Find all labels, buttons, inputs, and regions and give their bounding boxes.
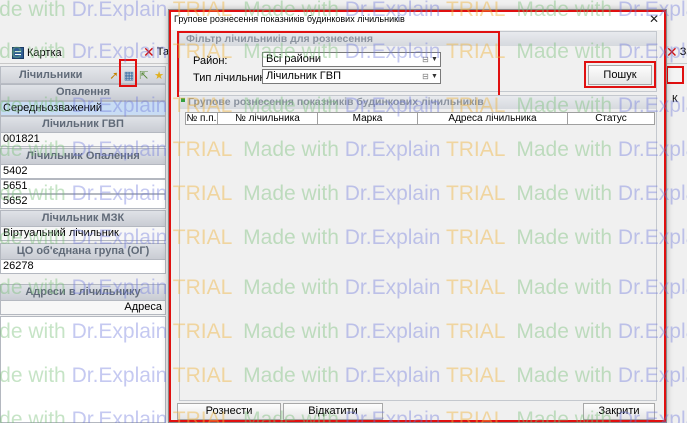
results-grid-body[interactable] xyxy=(185,125,655,400)
rollback-meters-button[interactable]: Відкатити лічильники xyxy=(283,403,383,423)
section-header-group: ЦО об'єднана група (ОГ) xyxy=(0,243,166,260)
results-legend: Групове рознесення показників будинкових… xyxy=(180,96,656,109)
results-grid-header: № п.п. № лічильника Марка Адреса лічильн… xyxy=(185,112,655,125)
column-header-brand[interactable]: Марка xyxy=(318,113,418,124)
column-header-number[interactable]: № п.п. xyxy=(186,113,218,124)
dialog-title: Групове рознесення показників будинкових… xyxy=(174,14,405,24)
section-header-addresses: Адреси в лічильнику xyxy=(0,284,166,301)
results-group: Групове рознесення показників будинкових… xyxy=(179,95,657,401)
column-header-address: Адреса xyxy=(0,300,166,315)
column-header-status[interactable]: Статус xyxy=(568,113,654,124)
list-item-opalennia-3[interactable]: 5652 xyxy=(0,194,166,209)
meters-toolbar-title: Лічильники xyxy=(19,69,83,81)
tab-kartka-label: Картка xyxy=(27,47,62,59)
tab-za[interactable]: ✕ За xyxy=(666,45,687,59)
column-header-meter-number[interactable]: № лічильника xyxy=(218,113,318,124)
meters-panel: Лічильники ➚ ▦ ⇱ ★ Опалення Середньозваж… xyxy=(0,66,166,423)
section-header-mzk: Лічильник МЗК xyxy=(0,210,166,227)
meters-toolbar: Лічильники ➚ ▦ ⇱ ★ xyxy=(0,66,166,84)
export-icon[interactable]: ⇱ xyxy=(137,68,151,82)
highlight-filter xyxy=(177,31,500,97)
distribute-meters-button[interactable]: Рознести лічильники xyxy=(177,403,281,423)
star-icon[interactable]: ★ xyxy=(152,68,166,82)
section-header-opalennia-meter: Лічильник Опалення xyxy=(0,148,166,165)
highlight-search xyxy=(584,61,656,88)
highlight-group-distribute xyxy=(119,59,137,87)
close-icon[interactable]: ✕ xyxy=(647,12,661,26)
group-distribution-dialog: Групове рознесення показників будинкових… xyxy=(168,9,667,423)
right-strip-label: К xyxy=(672,94,678,105)
results-legend-text: Групове рознесення показників будинкових… xyxy=(188,96,484,108)
column-header-address[interactable]: Адреса лічильника xyxy=(418,113,568,124)
section-header-opalennia: Опалення xyxy=(0,84,166,101)
right-strip: К xyxy=(666,66,687,106)
dialog-titlebar: Групове рознесення показників будинкових… xyxy=(169,10,666,30)
tab-ta[interactable]: ✕ Та xyxy=(143,45,169,59)
tab-kartka[interactable]: Картка xyxy=(12,45,62,61)
close-button[interactable]: Закрити xyxy=(583,403,655,420)
section-header-gvp: Лічильник ГВП xyxy=(0,116,166,133)
card-icon xyxy=(12,47,24,59)
list-item-opalennia-2[interactable]: 5651 xyxy=(0,179,166,194)
tab-za-label: За xyxy=(679,46,687,58)
group-marker-icon xyxy=(181,98,185,102)
list-item-seredniozvazheni[interactable]: Середньозважений xyxy=(0,101,166,116)
list-item-gvp[interactable]: 001821 xyxy=(0,132,166,147)
delete-icon: ✕ xyxy=(666,44,678,60)
list-item-group[interactable]: 26278 xyxy=(0,259,166,274)
addresses-list xyxy=(0,316,166,423)
delete-icon: ✕ xyxy=(143,44,155,60)
list-item-mzk[interactable]: Віртуальний лічильник xyxy=(0,226,166,241)
list-item-opalennia-1[interactable]: 5402 xyxy=(0,164,166,179)
highlight-right-control xyxy=(666,66,684,84)
